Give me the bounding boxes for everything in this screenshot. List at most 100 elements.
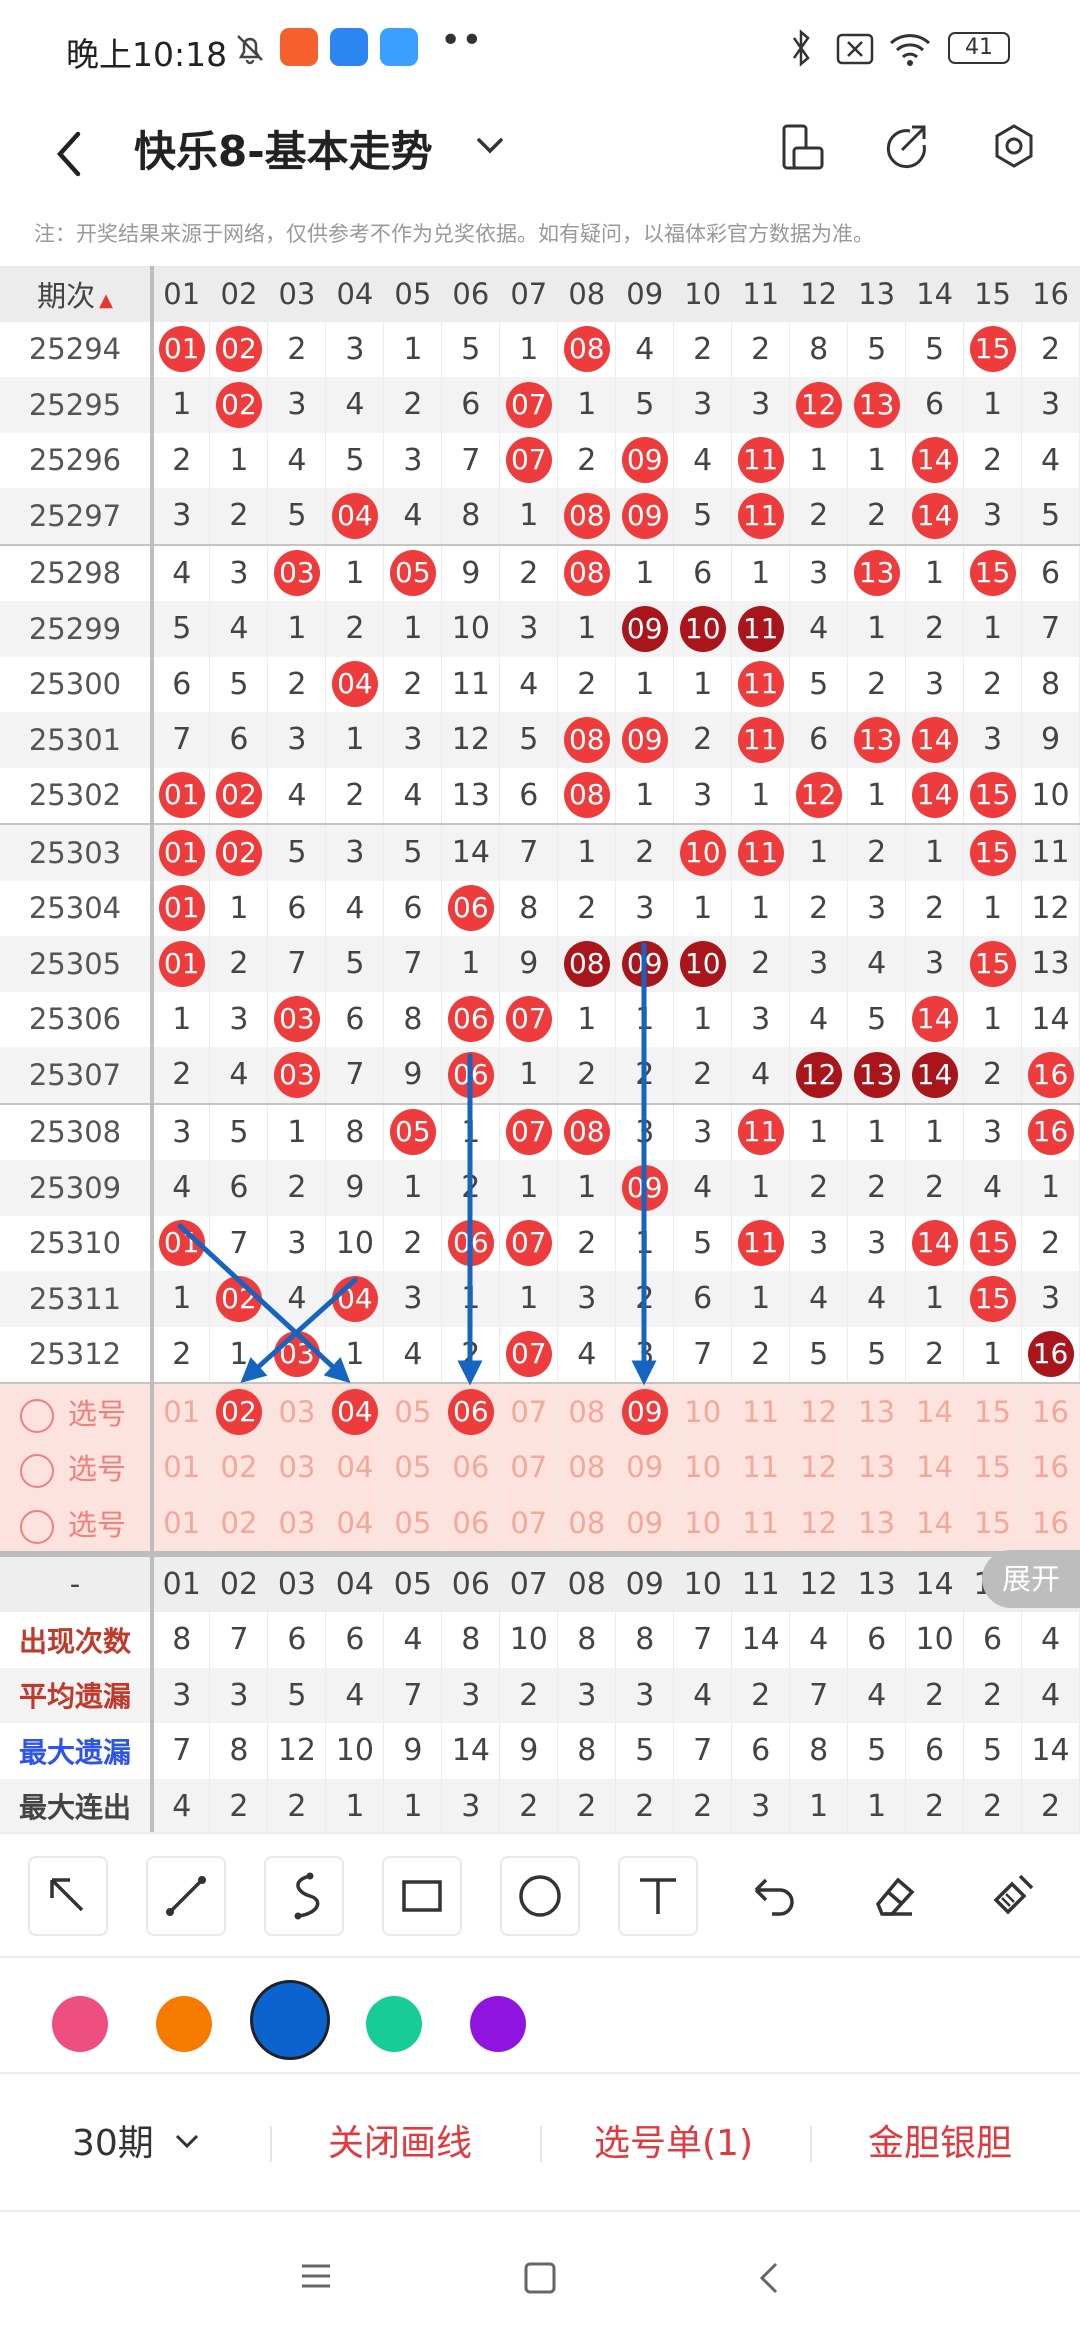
pick-list-button[interactable]: 选号单(1) [594, 2114, 753, 2166]
pick-cell[interactable]: 09 [615, 1439, 675, 1495]
stats-value: 4 [152, 1778, 211, 1834]
pick-cell[interactable]: 01 [152, 1382, 211, 1440]
pick-cell[interactable]: 11 [731, 1439, 791, 1495]
trend-cell: 4 [383, 767, 443, 824]
trend-cell: 2 [267, 1160, 327, 1216]
pick-number: 04 [336, 1505, 374, 1540]
pick-cell[interactable]: 02 [209, 1439, 269, 1495]
color-swatch-pink[interactable] [52, 1996, 108, 2052]
pick-cell[interactable]: 11 [731, 1495, 791, 1554]
pick-cell[interactable]: 06 [441, 1382, 501, 1440]
trend-cell: 5 [209, 1102, 269, 1160]
rotate-screen-icon[interactable] [772, 114, 832, 184]
pick-cell[interactable]: 13 [847, 1439, 907, 1495]
miss-count: 6 [229, 1170, 249, 1206]
pick-cell[interactable]: 09 [615, 1495, 675, 1554]
pick-cell[interactable]: 05 [383, 1382, 443, 1440]
color-swatch-blue-selected[interactable] [250, 1980, 330, 2060]
pick-cell[interactable]: 04 [325, 1439, 385, 1495]
table-row: 25296 2 1 4 5 3 7 07 2 09 4 11 1 1 14 2 4 [0, 432, 1080, 488]
pick-cell[interactable]: 01 [152, 1439, 211, 1495]
circle-tool[interactable] [500, 1856, 580, 1936]
pick-cell[interactable]: 10 [673, 1495, 733, 1554]
drawn-ball: 03 [273, 996, 320, 1043]
pick-cell[interactable]: 04 [325, 1382, 385, 1440]
eraser-tool[interactable] [856, 1856, 932, 1932]
pick-cell[interactable]: 14 [905, 1439, 965, 1495]
pick-cell[interactable]: 16 [1021, 1439, 1080, 1495]
pick-cell[interactable]: 03 [267, 1439, 327, 1495]
pick-cell[interactable]: 13 [847, 1495, 907, 1554]
color-swatch-orange[interactable] [156, 1996, 212, 2052]
curve-tool[interactable] [264, 1856, 344, 1936]
text-tool[interactable] [618, 1856, 698, 1936]
trend-cell: 1 [209, 880, 269, 936]
stats-value: 1 [789, 1778, 849, 1834]
chevron-down-icon[interactable] [470, 126, 510, 166]
radio-circle-icon [20, 1454, 54, 1489]
color-swatch-purple[interactable] [470, 1996, 526, 2052]
pick-cell[interactable]: 10 [673, 1439, 733, 1495]
trend-cell: 5 [152, 601, 211, 657]
pick-cell[interactable]: 13 [847, 1382, 907, 1440]
pick-cell[interactable]: 03 [267, 1382, 327, 1440]
pick-cell[interactable]: 14 [905, 1382, 965, 1440]
drawn-ball: 14 [911, 492, 958, 539]
trend-cell: 6 [325, 991, 385, 1047]
pick-cell[interactable]: 07 [499, 1382, 559, 1440]
trend-cell: 3 [1021, 377, 1080, 433]
pick-cell[interactable]: 12 [789, 1382, 849, 1440]
pick-row-toggle[interactable]: 选号 [0, 1439, 154, 1495]
pick-number: 11 [742, 1505, 780, 1540]
pick-cell[interactable]: 08 [557, 1495, 617, 1554]
pick-row-toggle[interactable]: 选号 [0, 1382, 154, 1440]
issue-header[interactable]: 期次 ▲ [0, 266, 154, 322]
rectangle-tool[interactable] [382, 1856, 462, 1936]
pick-cell[interactable]: 06 [441, 1439, 501, 1495]
pick-cell[interactable]: 16 [1021, 1382, 1080, 1440]
pick-cell[interactable]: 05 [383, 1439, 443, 1495]
miss-count: 14 [451, 835, 490, 871]
back-icon[interactable] [750, 2258, 790, 2298]
pick-cell[interactable]: 06 [441, 1495, 501, 1554]
golden-silver-button[interactable]: 金胆银胆 [868, 2114, 1012, 2166]
pick-row-toggle[interactable]: 选号 [0, 1495, 154, 1554]
pick-cell[interactable]: 15 [963, 1439, 1023, 1495]
clear-tool[interactable] [976, 1856, 1052, 1932]
pick-cell[interactable]: 15 [963, 1495, 1023, 1554]
color-swatch-green[interactable] [366, 1996, 422, 2052]
pick-cell[interactable]: 09 [615, 1382, 675, 1440]
line-tool[interactable] [146, 1856, 226, 1936]
menu-icon[interactable] [296, 2258, 336, 2294]
pick-cell[interactable]: 07 [499, 1495, 559, 1554]
arrow-tool[interactable] [28, 1856, 108, 1936]
pick-cell[interactable]: 12 [789, 1495, 849, 1554]
drawn-ball: 15 [969, 1220, 1016, 1267]
back-arrow-icon[interactable] [46, 114, 96, 194]
pick-cell[interactable]: 05 [383, 1495, 443, 1554]
pick-cell[interactable]: 02 [209, 1495, 269, 1554]
share-icon[interactable] [874, 114, 934, 184]
pick-cell[interactable]: 11 [731, 1382, 791, 1440]
pick-cell[interactable]: 02 [209, 1382, 269, 1440]
pick-cell[interactable]: 12 [789, 1439, 849, 1495]
settings-gear-icon[interactable] [984, 114, 1044, 184]
miss-count: 1 [345, 1336, 365, 1372]
page-title[interactable]: 快乐8-基本走势 [134, 118, 433, 179]
pick-cell[interactable]: 07 [499, 1439, 559, 1495]
pick-cell[interactable]: 14 [905, 1495, 965, 1554]
pick-cell[interactable]: 08 [557, 1439, 617, 1495]
pick-cell[interactable]: 10 [673, 1382, 733, 1440]
pick-cell[interactable]: 01 [152, 1495, 211, 1554]
pick-cell[interactable]: 04 [325, 1495, 385, 1554]
pick-cell[interactable]: 08 [557, 1382, 617, 1440]
expand-button[interactable]: 展开 [982, 1550, 1080, 1608]
period-selector[interactable]: 30期 [72, 2114, 203, 2166]
pick-cell[interactable]: 03 [267, 1495, 327, 1554]
home-square-icon[interactable] [520, 2258, 560, 2298]
pick-cell[interactable]: 16 [1021, 1495, 1080, 1554]
trend-cell: 2 [557, 1215, 617, 1271]
pick-cell[interactable]: 15 [963, 1382, 1023, 1440]
close-draw-button[interactable]: 关闭画线 [328, 2114, 472, 2166]
undo-tool[interactable] [736, 1856, 812, 1932]
